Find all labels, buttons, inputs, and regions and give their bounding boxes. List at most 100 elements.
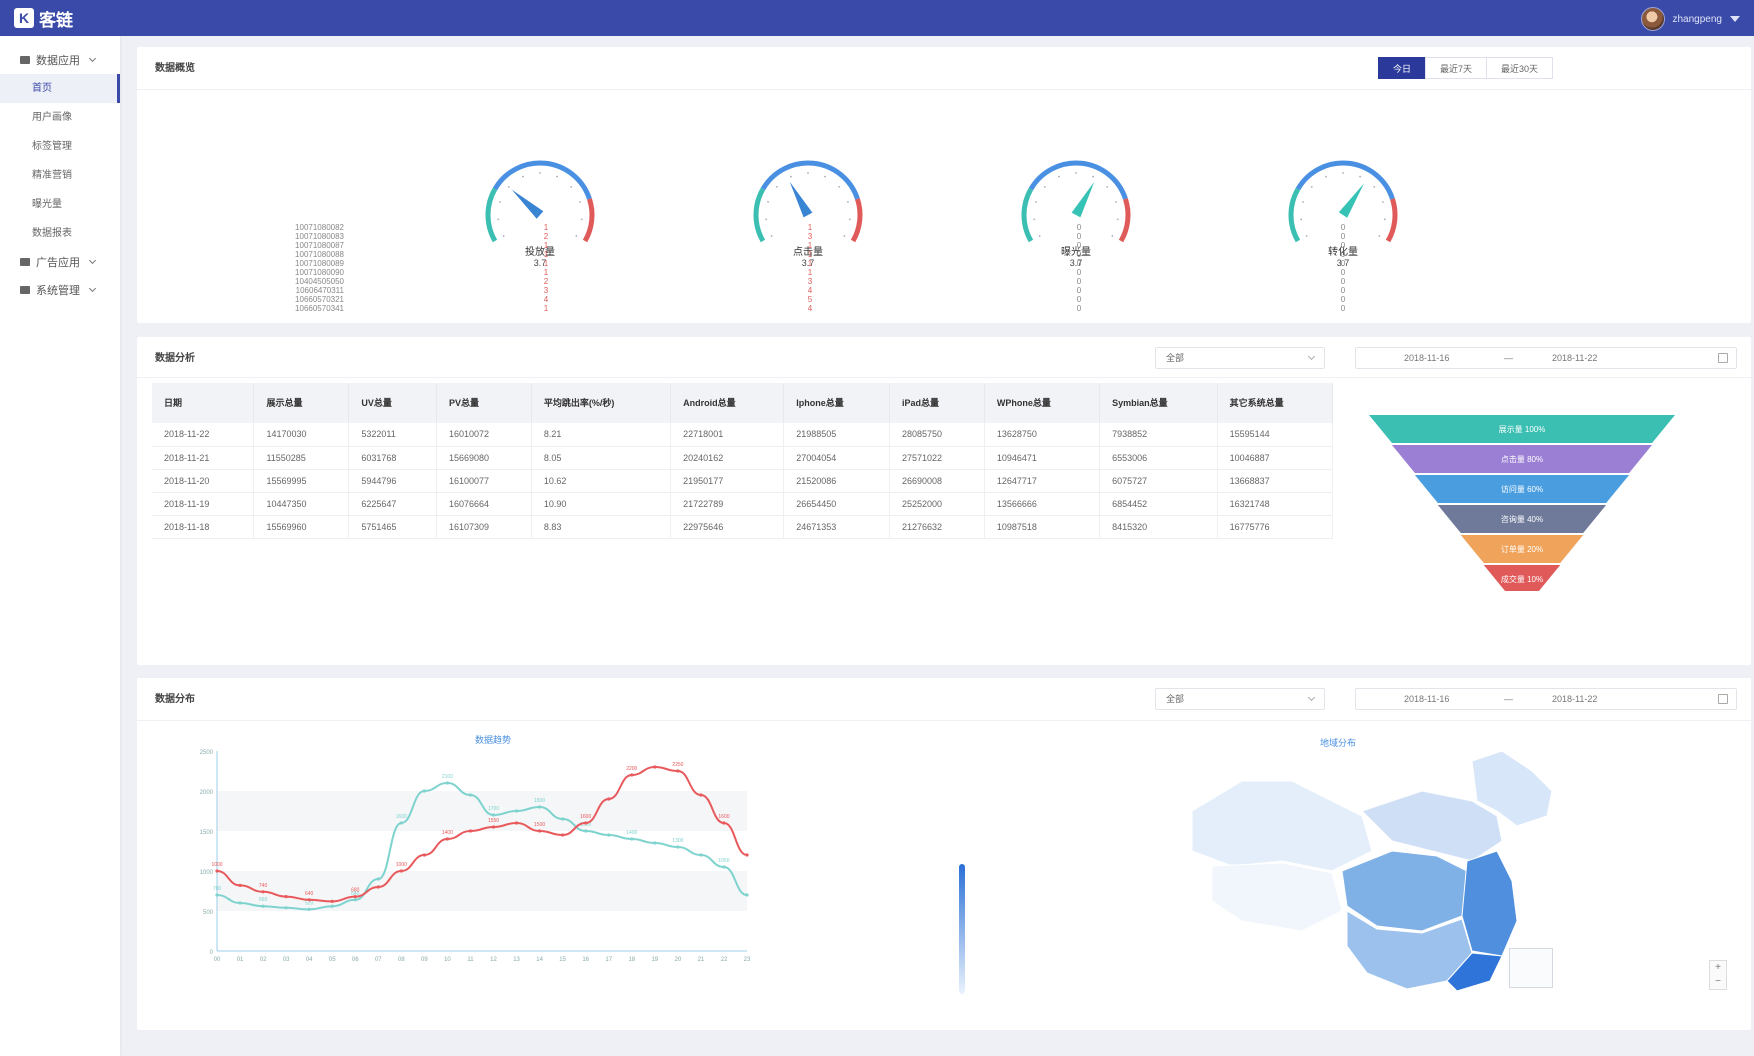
table-row[interactable]: 2018-11-19 10447350 6225647 16076664 10.90 21… [152, 492, 1334, 516]
sidebar-group-ads[interactable]: 广告应用 [0, 248, 120, 276]
platform-select[interactable]: 全部 [1155, 347, 1325, 369]
data-point[interactable] [399, 821, 403, 825]
sidebar-item-exposure[interactable]: 曝光量 [0, 190, 120, 219]
table-header[interactable]: 日期 [152, 383, 255, 423]
user-menu[interactable]: zhangpeng [1640, 7, 1740, 31]
data-point[interactable] [330, 904, 334, 908]
data-point[interactable] [261, 904, 265, 908]
zoom-out-button[interactable]: − [1710, 975, 1726, 989]
table-header[interactable]: 平均跳出率(%/秒) [531, 383, 672, 423]
data-point[interactable] [376, 885, 380, 889]
data-point[interactable] [238, 883, 242, 887]
data-point[interactable] [514, 809, 519, 813]
map-region-east[interactable] [1461, 850, 1518, 957]
data-point[interactable] [745, 853, 749, 857]
data-point[interactable] [699, 793, 703, 797]
sidebar-group-system[interactable]: 系统管理 [0, 276, 120, 304]
data-point[interactable] [561, 833, 565, 837]
date-range-picker[interactable]: 2018-11-16 — 2018-11-22 [1355, 688, 1737, 710]
start-date[interactable]: 2018-11-16 [1404, 353, 1449, 363]
tab-last-7-days[interactable]: 最近7天 [1424, 57, 1487, 79]
data-point[interactable] [376, 877, 380, 881]
data-point[interactable] [468, 829, 473, 833]
start-date[interactable]: 2018-11-16 [1404, 694, 1449, 704]
map-region-tibet[interactable] [1211, 862, 1343, 932]
data-point[interactable] [699, 853, 703, 857]
platform-select[interactable]: 全部 [1155, 688, 1325, 710]
data-point[interactable] [561, 817, 565, 821]
data-point[interactable] [676, 769, 680, 773]
data-point[interactable] [307, 898, 311, 902]
data-point[interactable] [284, 906, 288, 910]
divider [137, 89, 1751, 90]
data-point[interactable] [238, 901, 242, 905]
end-date[interactable]: 2018-11-22 [1552, 694, 1597, 704]
data-point[interactable] [630, 837, 634, 841]
table-row[interactable]: 2018-11-18 15569960 5751465 16107309 8.83 229… [152, 515, 1334, 539]
data-point[interactable] [468, 793, 473, 797]
table-header[interactable]: 展示总量 [253, 383, 350, 423]
data-point[interactable] [491, 813, 496, 817]
data-point[interactable] [422, 789, 426, 793]
data-point[interactable] [653, 765, 657, 769]
data-point[interactable] [607, 797, 611, 801]
data-point[interactable] [607, 833, 611, 837]
chevron-down-icon[interactable] [1730, 16, 1740, 22]
data-point[interactable] [445, 781, 450, 785]
data-point[interactable] [422, 853, 426, 857]
data-point[interactable] [745, 893, 749, 897]
sidebar-group-data-apps[interactable]: 数据应用 [0, 46, 120, 74]
map-region-northwest[interactable] [1191, 780, 1373, 872]
table-header[interactable]: Symbian总量 [1099, 383, 1218, 423]
data-point[interactable] [676, 845, 680, 849]
data-point[interactable] [399, 869, 403, 873]
sidebar-item-home[interactable]: 首页 [0, 74, 120, 103]
data-point[interactable] [722, 865, 726, 869]
data-point[interactable] [445, 837, 450, 841]
data-point[interactable] [261, 890, 265, 894]
table-header[interactable]: PV总量 [436, 383, 532, 423]
tab-today[interactable]: 今日 [1377, 57, 1426, 79]
sidebar-item-reports[interactable]: 数据报表 [0, 219, 120, 248]
sidebar-item-tags[interactable]: 标签管理 [0, 132, 120, 161]
tab-last-30-days[interactable]: 最近30天 [1485, 57, 1553, 79]
data-point[interactable] [491, 825, 496, 829]
legend-bar[interactable] [959, 864, 965, 994]
app-logo[interactable]: K 客链 [14, 6, 73, 31]
data-point[interactable] [215, 869, 219, 873]
data-point[interactable] [215, 893, 219, 897]
table-header[interactable]: WPhone总量 [984, 383, 1101, 423]
table-header[interactable]: iPad总量 [889, 383, 985, 423]
table-row[interactable]: 2018-11-22 14170030 5322011 16010072 8.21 227… [152, 423, 1334, 447]
data-point[interactable] [307, 907, 311, 911]
avatar[interactable] [1640, 7, 1665, 31]
data-point[interactable] [584, 829, 588, 833]
data-point[interactable] [284, 895, 288, 899]
settings-icon [20, 286, 30, 294]
data-point[interactable] [584, 821, 588, 825]
sidebar-item-user-profile[interactable]: 用户画像 [0, 103, 120, 132]
table-row[interactable]: 2018-11-21 11550285 6031768 15669080 8.05 202… [152, 446, 1334, 470]
gauge-tick [847, 201, 849, 203]
zoom-in-button[interactable]: + [1710, 961, 1726, 975]
data-point[interactable] [630, 773, 634, 777]
sidebar-group-label: 数据应用 [36, 55, 80, 67]
table-header[interactable]: Iphone总量 [783, 383, 890, 423]
end-date[interactable]: 2018-11-22 [1552, 353, 1597, 363]
data-point[interactable] [330, 899, 334, 903]
data-point[interactable] [353, 895, 357, 899]
data-label: 1550 [488, 818, 499, 824]
data-point[interactable] [538, 829, 542, 833]
data-point[interactable] [722, 821, 726, 825]
table-header[interactable]: Android总量 [670, 383, 785, 423]
sidebar-item-marketing[interactable]: 精准营销 [0, 161, 120, 190]
table-header[interactable]: UV总量 [348, 383, 437, 423]
table-row[interactable]: 2018-11-20 15569995 5944796 16100077 10.62 21… [152, 469, 1334, 493]
data-point[interactable] [653, 841, 657, 845]
table-header[interactable]: 其它系统总量 [1217, 383, 1334, 423]
data-point[interactable] [353, 898, 357, 902]
value-cell: 3 [543, 286, 549, 295]
data-point[interactable] [514, 821, 519, 825]
date-range-picker[interactable]: 2018-11-16 — 2018-11-22 [1355, 347, 1737, 369]
data-point[interactable] [538, 805, 542, 809]
